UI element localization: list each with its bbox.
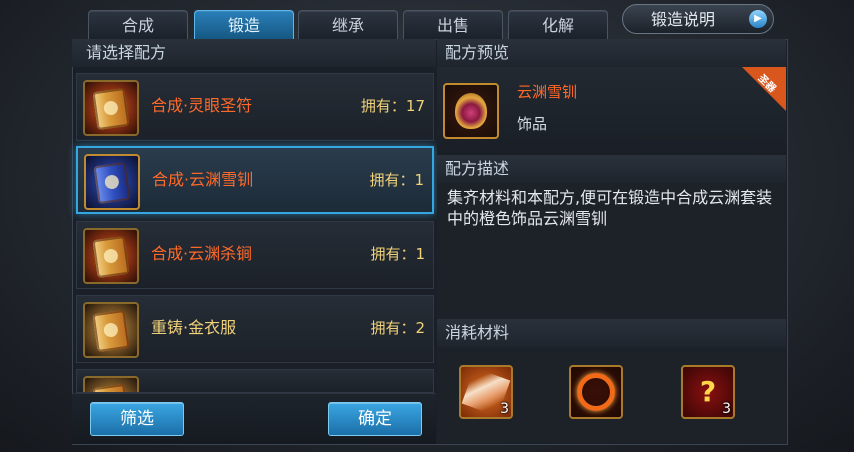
fire-ring-icon[interactable] xyxy=(569,365,623,419)
material-count: 3 xyxy=(722,401,731,417)
tab-synthesis[interactable]: 合成 xyxy=(88,10,188,41)
recipe-name: 合成·云渊杀锏 xyxy=(151,244,253,263)
tab-dissolve[interactable]: 化解 xyxy=(508,10,608,41)
confirm-button[interactable]: 确定 xyxy=(328,402,422,436)
preview-header: 配方预览 xyxy=(437,39,786,67)
tab-sell[interactable]: 出售 xyxy=(403,10,503,41)
crystal-shard-icon[interactable]: 3 xyxy=(459,365,513,419)
recipe-row-2[interactable]: 合成·云渊雪钏 拥有：1 xyxy=(76,146,434,214)
materials-header: 消耗材料 xyxy=(437,319,786,347)
tab-inherit[interactable]: 继承 xyxy=(298,10,398,41)
materials-box: 3 ? 3 xyxy=(437,347,786,443)
preview-panel: 配方预览 云渊雪钏 饰品 圣器 配方描述 集齐材料和本配方,便可在锻造中合成云渊… xyxy=(437,39,786,443)
gold-scroll-icon xyxy=(83,376,139,392)
tab-forge[interactable]: 锻造 xyxy=(194,10,294,41)
material-count: 3 xyxy=(500,401,509,417)
recipe-name: 合成·云渊雪钏 xyxy=(152,170,254,189)
gold-scroll-icon xyxy=(83,302,139,358)
forge-help-button[interactable]: 锻造说明 ▶ xyxy=(622,4,774,34)
recipe-row-3[interactable]: 合成·云渊杀锏 拥有：1 xyxy=(76,221,434,289)
recipe-owned-count: 拥有：1 xyxy=(369,171,424,189)
item-name: 云渊雪钏 xyxy=(517,83,578,101)
recipe-owned-count: 拥有：2 xyxy=(370,319,425,337)
recipe-owned-count: 拥有：17 xyxy=(360,97,425,115)
red-scroll-icon xyxy=(83,80,139,136)
filter-button[interactable]: 筛选 xyxy=(90,402,184,436)
play-arrow-icon: ▶ xyxy=(749,10,767,28)
description-text: 集齐材料和本配方,便可在锻造中合成云渊套装中的橙色饰品云渊雪钏 xyxy=(447,188,773,228)
blue-scroll-icon xyxy=(84,154,140,210)
mystery-item-icon[interactable]: ? 3 xyxy=(681,365,735,419)
forge-help-label: 锻造说明 xyxy=(651,10,716,29)
recipe-owned-count: 拥有：1 xyxy=(370,245,425,263)
recipe-row-4[interactable]: 重铸·金衣服 拥有：2 xyxy=(76,295,434,363)
description-box: 集齐材料和本配方,便可在锻造中合成云渊套装中的橙色饰品云渊雪钏 xyxy=(437,183,786,319)
recipe-row-partial[interactable] xyxy=(76,369,434,393)
recipe-panel: 请选择配方 合成·灵眼圣符 拥有：17 合成·云渊雪钏 拥有：1 合成·云渊杀锏… xyxy=(72,39,436,444)
recipe-name: 重铸·金衣服 xyxy=(151,318,237,337)
description-header: 配方描述 xyxy=(437,155,786,183)
recipe-name: 合成·灵眼圣符 xyxy=(151,96,253,115)
amulet-icon[interactable] xyxy=(443,83,499,139)
orange-scroll-icon xyxy=(83,228,139,284)
item-preview: 云渊雪钏 饰品 圣器 xyxy=(437,67,786,155)
item-type: 饰品 xyxy=(517,115,548,133)
recipe-panel-footer: 筛选 确定 xyxy=(72,393,436,444)
recipe-row-1[interactable]: 合成·灵眼圣符 拥有：17 xyxy=(76,73,434,141)
recipe-panel-header: 请选择配方 xyxy=(72,39,436,67)
